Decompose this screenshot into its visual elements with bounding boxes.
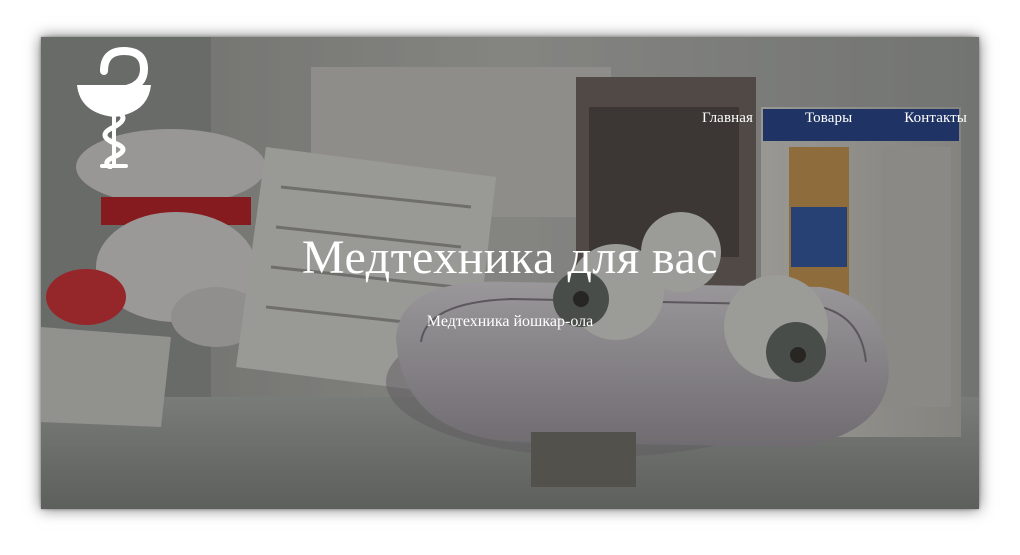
- hero-title: Медтехника для вас: [301, 231, 719, 284]
- nav-link-home[interactable]: Главная: [702, 110, 753, 127]
- nav-link-products[interactable]: Товары: [805, 110, 852, 127]
- hero-subtitle: Медтехника йошкар-ола: [426, 313, 594, 330]
- nav-link-contacts[interactable]: Контакты: [904, 110, 967, 127]
- bowl-of-hygieia-icon[interactable]: [74, 45, 154, 169]
- hero-section: Главная Товары Контакты Медтехника для в…: [41, 37, 979, 509]
- main-nav: Главная Товары Контакты: [650, 110, 967, 127]
